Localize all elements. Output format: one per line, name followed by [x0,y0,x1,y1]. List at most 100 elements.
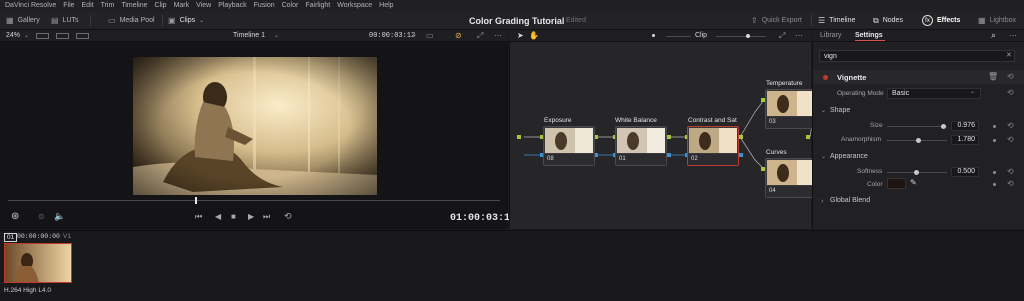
size-label: Size [870,122,883,129]
scrubber-playhead[interactable] [195,197,197,204]
node-zoom-track[interactable] [716,36,766,37]
viewer-mode-wipe-icon[interactable] [76,33,89,39]
chevron-down-icon: ⌄ [274,33,280,39]
zoom-slider-track[interactable] [666,36,691,37]
menu-item[interactable]: Mark [174,2,190,9]
play-reverse-icon[interactable]: ◀ [215,213,221,221]
node-temperature[interactable]: 03 [765,89,817,129]
hand-icon[interactable]: ✋ [529,32,539,40]
chevron-right-icon[interactable]: › [821,198,823,205]
viewer-frame [133,57,377,195]
reset-icon[interactable]: ⟲ [1007,88,1014,97]
menu-item[interactable]: Clip [155,2,167,9]
search-icon[interactable]: ⌕ [991,31,996,40]
clip-thumbnail[interactable] [4,243,72,283]
keyframe-dot[interactable] [993,183,996,186]
nodes-button[interactable]: ⧉ Nodes [873,11,903,30]
tab-library[interactable]: Library [820,32,841,39]
menu-item[interactable]: Playback [218,2,246,9]
chevron-down-icon[interactable]: ⌄ [821,108,826,114]
more-options-icon[interactable]: ⋯ [795,32,803,40]
viewer-mode-split-icon[interactable] [56,33,69,39]
luts-button[interactable]: ▤ LUTs [51,11,79,30]
volume-icon[interactable]: 🔈 [54,212,65,221]
go-to-end-icon[interactable]: ⏭ [263,213,270,221]
viewer-timecode: 00:00:03:12 [369,32,416,40]
node-thumbnail [767,91,815,116]
media-pool-button[interactable]: ▭ Media Pool [108,11,155,30]
menu-item[interactable]: DaVinci Resolve [5,2,56,9]
effect-enable-icon[interactable] [823,75,828,80]
anamorphism-slider-knob[interactable] [916,138,921,143]
node-white-balance[interactable]: 01 [615,126,667,166]
menu-item[interactable]: Help [379,2,393,9]
trash-icon[interactable]: 🗑 [988,73,998,81]
keyframe-dot[interactable] [993,171,996,174]
node-editor[interactable]: Exposure 08 White Balance 01 Contrast an… [509,42,817,229]
menu-item[interactable]: Timeline [121,2,147,9]
menu-item[interactable]: Fusion [254,2,275,9]
pointer-icon[interactable]: ➤ [517,32,524,40]
reset-icon[interactable]: ⟲ [1007,121,1014,130]
softness-value[interactable]: 0.500 [951,167,979,177]
lightbox-button[interactable]: ▦ Lightbox [978,11,1016,30]
chevron-down-icon: ⌄ [970,89,976,95]
display-options-icon[interactable]: ▭ [426,32,434,40]
size-slider-knob[interactable] [941,124,946,129]
keyframe-dot[interactable] [993,139,996,142]
size-value[interactable]: 0.976 [951,121,979,131]
menu-item[interactable]: File [63,2,74,9]
menu-item[interactable]: Trim [101,2,115,9]
go-to-start-icon[interactable]: ⏮ [195,213,202,221]
anamorphism-value[interactable]: 1.780 [951,135,979,145]
clear-search-icon[interactable]: ✕ [1006,52,1012,59]
global-blend-section-title: Global Blend [830,197,871,204]
clips-button[interactable]: ▣ Clips ⌄ [168,11,204,30]
node-exposure[interactable]: 08 [543,126,595,166]
reset-icon[interactable]: ⟲ [1007,179,1014,188]
tab-settings[interactable]: Settings [855,32,883,39]
export-icon: ⇪ [751,15,758,25]
menu-item[interactable]: Color [282,2,299,9]
effects-button[interactable]: fx Effects [922,11,960,30]
menu-item[interactable]: Fairlight [305,2,330,9]
page-dot-indicator [652,34,655,37]
menu-item[interactable]: Workspace [337,2,372,9]
stop-icon[interactable]: ■ [231,213,236,221]
zoom-dropdown[interactable]: 24% [6,32,20,39]
gallery-button[interactable]: ▦ Gallery [6,11,40,30]
menu-item[interactable]: Edit [82,2,94,9]
keyframe-dot[interactable] [993,125,996,128]
timeline-name[interactable]: Timeline 1 [233,32,265,39]
chevron-down-icon[interactable]: ⌄ [821,154,826,160]
audio-monitor-icon[interactable]: ⊜ [38,213,45,221]
reset-icon[interactable]: ⟲ [1007,167,1014,176]
clip-filter-icon[interactable]: ⊛ [11,212,19,222]
node-zoom-knob[interactable] [746,34,750,38]
node-mode-dropdown[interactable]: Clip [695,32,707,39]
reset-icon[interactable]: ⟲ [1007,72,1014,81]
scrubber-track[interactable] [8,200,500,201]
quick-export-button[interactable]: ⇪ Quick Export [751,11,802,30]
effect-name: Vignette [837,73,867,82]
play-icon[interactable]: ▶ [248,213,254,221]
effects-search-input[interactable] [819,50,1015,62]
menu-item[interactable]: View [196,2,211,9]
highlight-icon[interactable]: ⊘ [455,32,462,40]
node-contrast-and-sat[interactable]: 02 [687,126,739,166]
more-options-icon[interactable]: ⋯ [1009,32,1017,40]
softness-slider-knob[interactable] [914,170,919,175]
node-thumbnail [689,128,737,153]
viewer-mode-single-icon[interactable] [36,33,49,39]
more-options-icon[interactable]: ⋯ [494,32,502,40]
node-curves[interactable]: 04 [765,158,817,198]
color-swatch[interactable] [887,178,906,189]
size-slider[interactable] [887,126,947,127]
project-status: Edited [566,17,586,24]
reset-icon[interactable]: ⟲ [1007,135,1014,144]
eyedropper-icon[interactable]: ✎ [910,179,917,187]
fullscreen-icon[interactable]: ⤢ [477,32,483,40]
fit-icon[interactable]: ⤢ [779,32,785,40]
loop-icon[interactable]: ⟲ [284,212,292,221]
timeline-button[interactable]: ☰ Timeline [818,11,855,30]
